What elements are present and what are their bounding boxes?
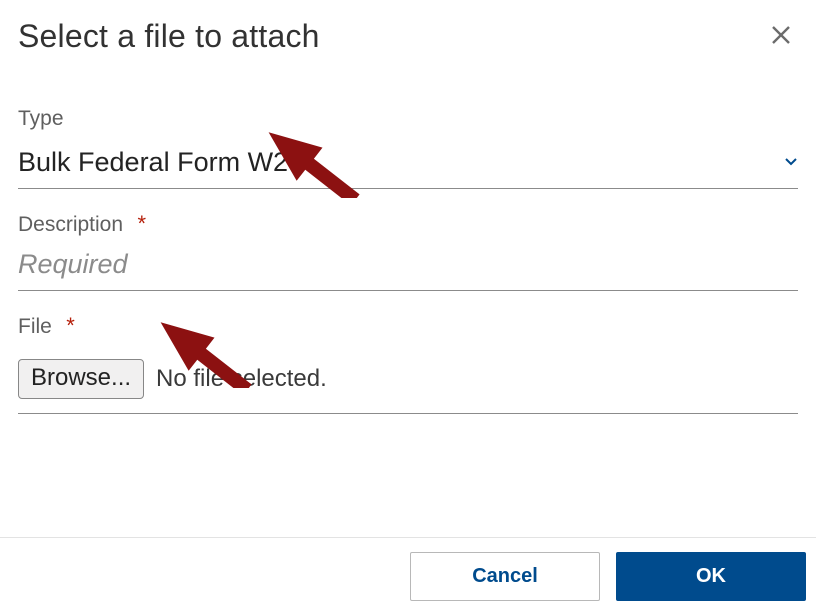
dialog-header: Select a file to attach <box>18 18 798 55</box>
attach-file-dialog: Select a file to attach Type Bulk Federa… <box>0 0 816 615</box>
file-row: Browse... No file selected. <box>18 359 798 414</box>
description-input[interactable]: Required <box>18 249 798 291</box>
browse-button[interactable]: Browse... <box>18 359 144 399</box>
description-placeholder: Required <box>18 249 128 279</box>
type-label: Type <box>18 107 64 131</box>
form-section: Type Bulk Federal Form W2 Description * … <box>18 107 798 414</box>
type-select[interactable]: Bulk Federal Form W2 <box>18 147 798 189</box>
close-button[interactable] <box>764 18 798 52</box>
type-field: Type Bulk Federal Form W2 <box>18 107 798 189</box>
required-indicator: * <box>138 211 147 236</box>
close-icon <box>770 24 792 46</box>
description-field: Description * Required <box>18 213 798 291</box>
required-indicator: * <box>66 313 75 338</box>
file-field: File * Browse... No file selected. <box>18 315 798 414</box>
cancel-button[interactable]: Cancel <box>410 552 600 601</box>
dialog-footer: Cancel OK <box>0 537 816 615</box>
chevron-down-icon <box>784 154 798 172</box>
file-status-text: No file selected. <box>156 365 327 393</box>
dialog-title: Select a file to attach <box>18 18 320 55</box>
type-selected-value: Bulk Federal Form W2 <box>18 147 288 178</box>
file-label: File <box>18 315 52 339</box>
description-label: Description <box>18 213 123 237</box>
ok-button[interactable]: OK <box>616 552 806 601</box>
